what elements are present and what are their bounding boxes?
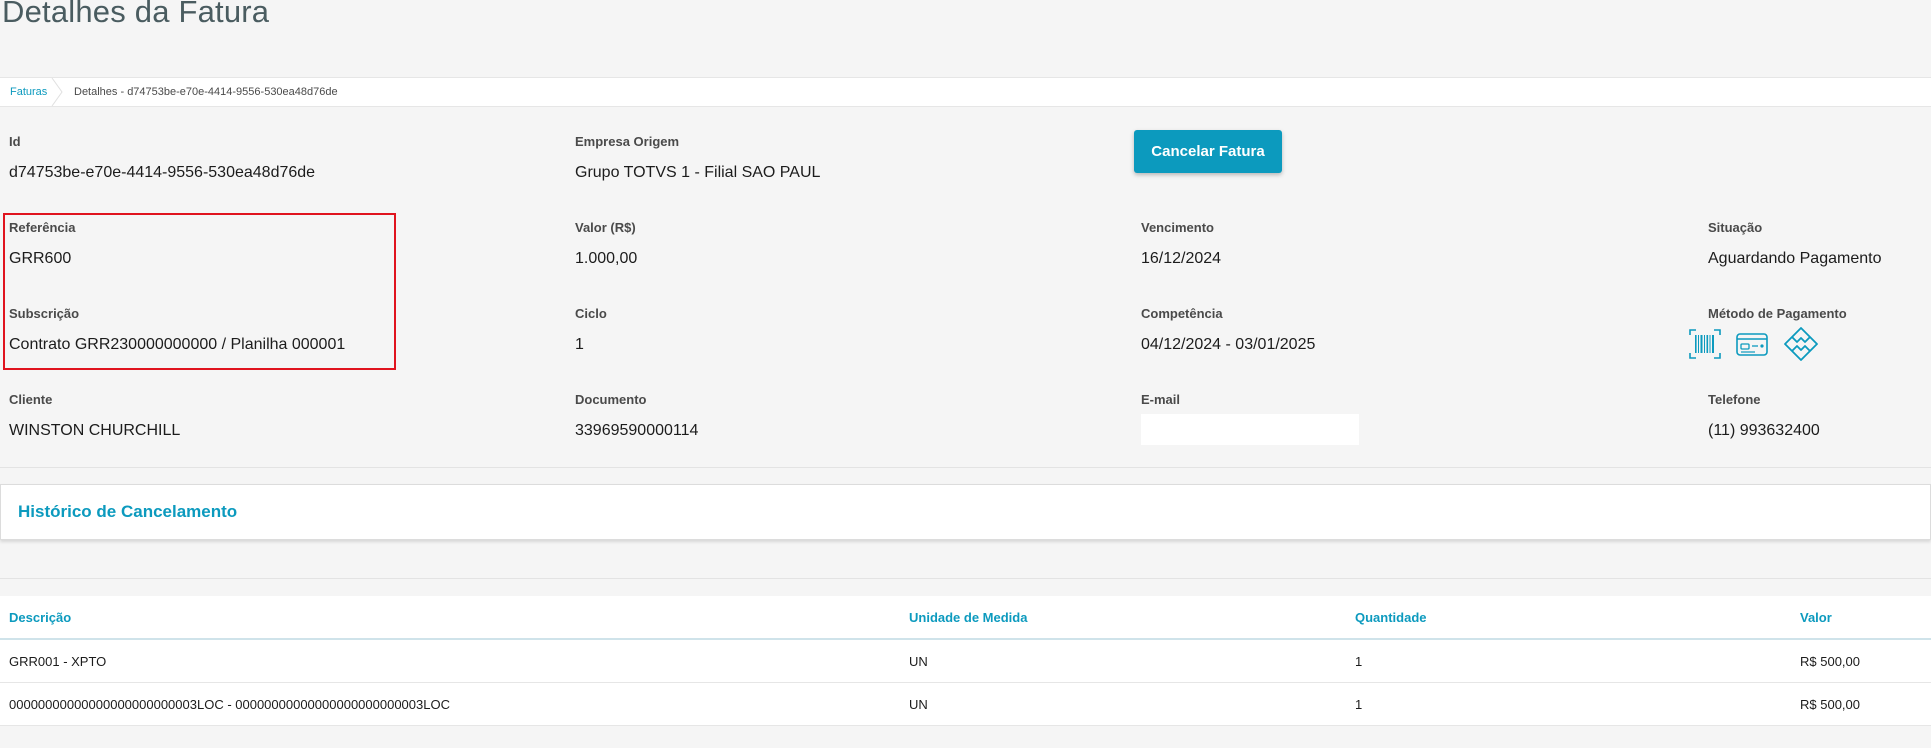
field-label-telefone: Telefone [1708,392,1761,407]
credit-card-icon[interactable] [1735,327,1769,361]
cell-unidade: UN [900,682,1346,726]
field-value-valor: 1.000,00 [575,250,638,267]
field-label-documento: Documento [575,392,647,407]
page-title: Detalhes da Fatura [2,0,270,29]
field-value-documento: 33969590000114 [575,422,699,439]
field-value-situacao: Aguardando Pagamento [1708,250,1882,267]
cell-valor: R$ 500,00 [1791,682,1931,726]
field-value-telefone: (11) 993632400 [1708,422,1820,439]
cell-unidade: UN [900,639,1346,683]
field-label-situacao: Situação [1708,220,1763,235]
field-label-valor: Valor (R$) [575,220,636,235]
cell-valor: R$ 500,00 [1791,639,1931,683]
cell-descricao: GRR001 - XPTO [0,639,900,683]
email-redacted-box [1141,414,1359,445]
field-label-vencimento: Vencimento [1141,220,1214,235]
field-value-vencimento: 16/12/2024 [1141,250,1222,267]
table-row: GRR001 - XPTO UN 1 R$ 500,00 [0,639,1931,683]
divider [0,467,1931,468]
column-header-valor[interactable]: Valor [1791,596,1931,640]
field-label-competencia: Competência [1141,306,1223,321]
field-label-cliente: Cliente [9,392,53,407]
barcode-boleto-icon[interactable] [1688,327,1722,361]
field-label-id: Id [9,134,21,149]
column-header-unidade[interactable]: Unidade de Medida [900,596,1346,640]
cancel-invoice-button[interactable]: Cancelar Fatura [1134,130,1282,173]
breadcrumb-current: Detalhes - d74753be-e70e-4414-9556-530ea… [74,86,338,98]
highlight-box [3,213,396,370]
table-row: 00000000000000000000000003LOC - 00000000… [0,682,1931,726]
divider [0,578,1931,579]
field-value-cliente: WINSTON CHURCHILL [9,422,181,439]
cell-quantidade: 1 [1346,682,1791,726]
field-label-empresa-origem: Empresa Origem [575,134,680,149]
field-value-empresa-origem: Grupo TOTVS 1 - Filial SAO PAUL [575,164,821,181]
field-label-metodo-pagamento: Método de Pagamento [1708,306,1847,321]
field-value-id: d74753be-e70e-4414-9556-530ea48d76de [9,164,316,181]
cancellation-history-panel[interactable]: Histórico de Cancelamento [0,484,1931,540]
cell-descricao: 00000000000000000000000003LOC - 00000000… [0,682,900,726]
table-header-row: Descrição Unidade de Medida Quantidade V… [0,596,1931,640]
breadcrumb-link-faturas[interactable]: Faturas [10,86,47,98]
field-value-competencia: 04/12/2024 - 03/01/2025 [1141,336,1316,353]
cancellation-history-title: Histórico de Cancelamento [18,502,238,521]
field-value-ciclo: 1 [575,336,584,353]
column-header-descricao[interactable]: Descrição [0,596,900,640]
cell-quantidade: 1 [1346,639,1791,683]
breadcrumb: Faturas Detalhes - d74753be-e70e-4414-95… [0,77,1931,107]
field-label-ciclo: Ciclo [575,306,607,321]
field-label-email: E-mail [1141,392,1181,407]
breadcrumb-separator-icon [51,78,63,106]
pix-icon[interactable] [1784,327,1818,361]
invoice-items-table: Descrição Unidade de Medida Quantidade V… [0,596,1931,726]
column-header-quantidade[interactable]: Quantidade [1346,596,1791,640]
